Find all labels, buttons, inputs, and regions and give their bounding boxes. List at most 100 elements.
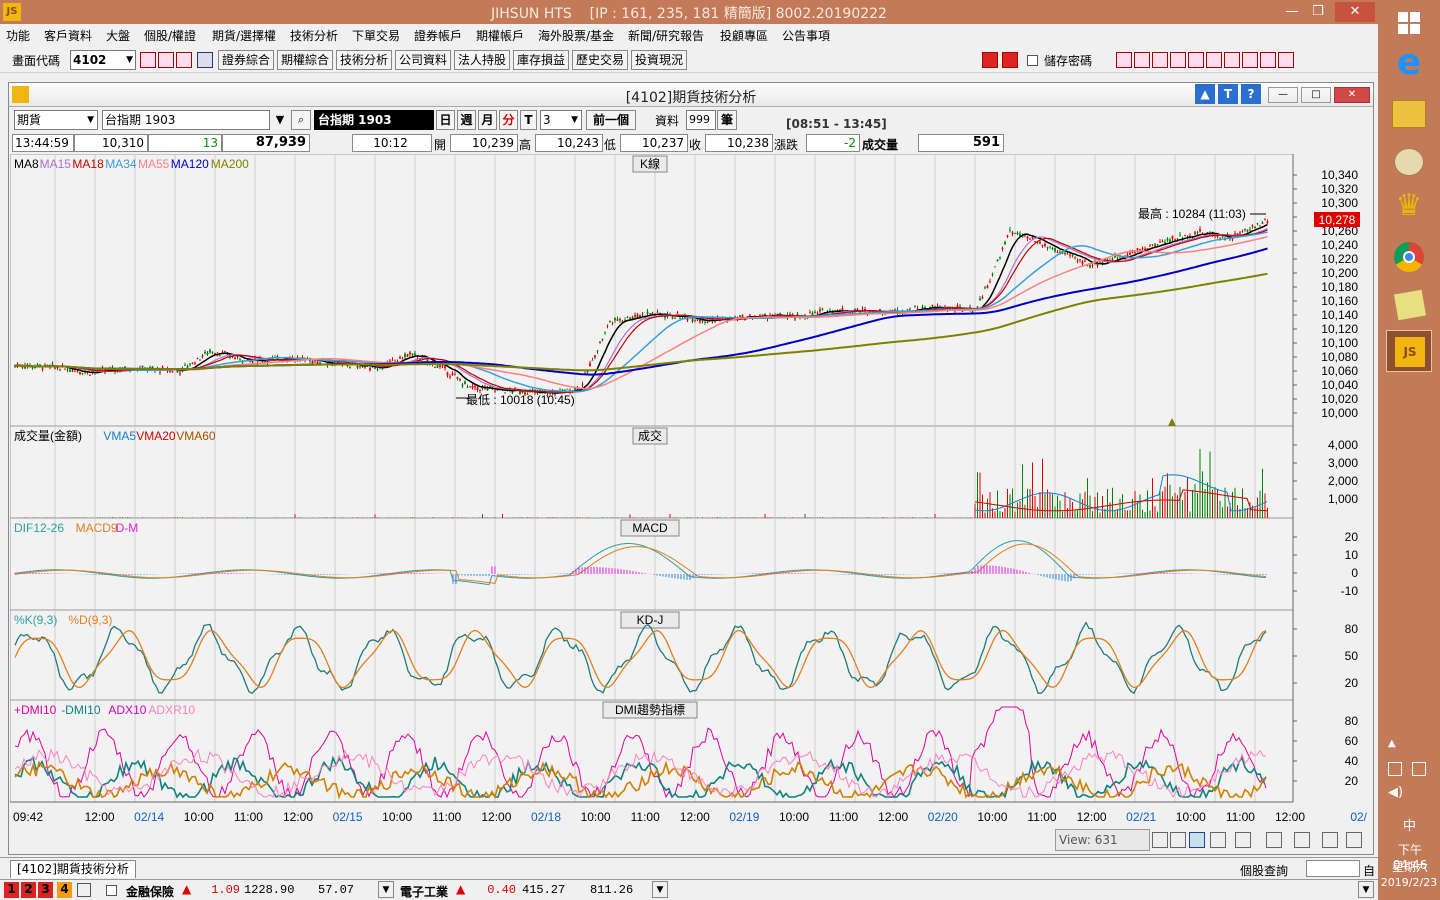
help-icon[interactable]: ? <box>1241 84 1261 104</box>
tray-up-icon[interactable]: ▲ <box>1388 738 1396 749</box>
chart-icon[interactable] <box>1210 832 1226 848</box>
jihsun-taskbar-icon[interactable]: JS <box>1386 330 1432 372</box>
tab-tech-analysis[interactable]: [4102]期貨技術分析 <box>10 860 136 878</box>
restore-icon[interactable]: ❐ <box>1305 2 1331 22</box>
ticker-checkbox[interactable] <box>106 885 117 896</box>
close-icon[interactable]: ✕ <box>1334 87 1370 103</box>
panel-title: KD-J <box>637 613 664 627</box>
menu-item[interactable]: 客戶資料 <box>44 27 92 44</box>
menu-item[interactable]: 下單交易 <box>352 27 400 44</box>
dropdown-icon[interactable] <box>197 52 213 68</box>
menu-item[interactable]: 個股/權證 <box>144 27 196 44</box>
menu-item[interactable]: 投顧專區 <box>720 27 768 44</box>
dropdown-icon[interactable]: ▼ <box>1358 881 1374 898</box>
up-icon[interactable]: ▲ <box>1195 84 1215 104</box>
symbol-dropdown-icon[interactable]: ▼ <box>271 110 289 130</box>
forward-icon[interactable] <box>1002 52 1018 68</box>
y-tick-label: 10,000 <box>1321 406 1358 420</box>
tool-icon[interactable] <box>1116 52 1132 68</box>
menu-item[interactable]: 證券帳戶 <box>414 27 462 44</box>
search-icon[interactable]: ⌕ <box>291 110 311 130</box>
restore-icon[interactable]: □ <box>1301 87 1331 103</box>
symbol-select[interactable]: 台指期 1903 <box>102 110 270 130</box>
table-icon[interactable] <box>1235 832 1251 848</box>
save-icon[interactable] <box>1266 832 1282 848</box>
period-week-button[interactable]: 週 <box>457 110 476 130</box>
workspace-4[interactable]: 4 <box>57 882 72 898</box>
data-count-input[interactable]: 999 <box>686 110 716 130</box>
tool-icon[interactable] <box>1206 52 1222 68</box>
prev-button[interactable]: 前一個 <box>586 110 636 130</box>
zoom-icon[interactable] <box>1189 832 1205 848</box>
tool-icon[interactable] <box>1152 52 1168 68</box>
toolbar-button[interactable]: 庫存損益 <box>513 50 569 70</box>
text-icon[interactable]: T <box>1218 84 1238 104</box>
candle-body <box>609 321 611 323</box>
back-icon[interactable] <box>982 52 998 68</box>
search-icon[interactable] <box>140 52 156 68</box>
toolbar-button[interactable]: 證券綜合 <box>218 50 274 70</box>
pen-icon[interactable] <box>1322 832 1338 848</box>
toolbar-button[interactable]: 技術分析 <box>336 50 392 70</box>
lock-icon[interactable] <box>77 883 91 897</box>
tool-icon[interactable] <box>1278 52 1294 68</box>
workspace-3[interactable]: 3 <box>38 882 53 898</box>
code-input[interactable]: 4102 ▼ <box>70 50 136 70</box>
menu-item[interactable]: 海外股票/基金 <box>538 27 614 44</box>
unit-button[interactable]: 筆 <box>717 110 737 130</box>
tool-icon[interactable] <box>1170 52 1186 68</box>
menu-item[interactable]: 期貨/選擇權 <box>212 27 276 44</box>
technical-chart[interactable]: K線MA8 MA15 MA18 MA34 MA55 MA120 MA20010,34010,… <box>10 154 1370 826</box>
save-password-checkbox[interactable] <box>1027 55 1038 66</box>
workspace-1[interactable]: 1 <box>4 882 19 898</box>
y-tick-label: 20 <box>1345 774 1359 788</box>
network-icon[interactable] <box>1412 762 1426 776</box>
tool-icon[interactable] <box>1134 52 1150 68</box>
tray-app-icon[interactable] <box>1388 762 1402 776</box>
menu-item[interactable]: 公告事項 <box>782 27 830 44</box>
sticky-notes-icon[interactable] <box>1386 284 1432 326</box>
windows-start-icon[interactable] <box>1386 2 1432 44</box>
settings-icon[interactable] <box>1346 832 1362 848</box>
period-day-button[interactable]: 日 <box>436 110 455 130</box>
dropdown-icon[interactable]: ▼ <box>652 881 668 898</box>
tool-icon[interactable] <box>1242 52 1258 68</box>
period-month-button[interactable]: 月 <box>478 110 497 130</box>
calendar-icon[interactable] <box>158 52 174 68</box>
tool-icon[interactable] <box>1224 52 1240 68</box>
print-icon[interactable] <box>1260 52 1276 68</box>
toolbar-button[interactable]: 公司資料 <box>395 50 451 70</box>
toolbar-button[interactable]: 期權綜合 <box>277 50 333 70</box>
window-icon[interactable] <box>1294 832 1310 848</box>
period-tick-button[interactable]: T <box>520 110 537 130</box>
period-minute-button[interactable]: 分 <box>499 110 518 130</box>
chrome-icon[interactable] <box>1386 236 1432 278</box>
tool-icon[interactable] <box>1188 52 1204 68</box>
type-select[interactable]: 期貨 ▼ <box>14 110 98 130</box>
file-explorer-icon[interactable] <box>1386 92 1432 134</box>
dropdown-icon[interactable]: ▼ <box>378 881 394 898</box>
close-icon[interactable]: ✕ <box>1335 2 1375 22</box>
paint-icon[interactable] <box>1386 140 1432 182</box>
tool-icon[interactable] <box>176 52 192 68</box>
menu-item[interactable]: 大盤 <box>106 27 130 44</box>
toolbar-button[interactable]: 歷史交易 <box>572 50 628 70</box>
toolbar-button[interactable]: 法人持股 <box>454 50 510 70</box>
volume-icon[interactable]: ◀) <box>1388 785 1403 800</box>
menu-item[interactable]: 期權帳戶 <box>476 27 524 44</box>
menu-item[interactable]: 功能 <box>6 27 30 44</box>
ie-icon[interactable]: e <box>1386 42 1432 84</box>
quote-query-input[interactable] <box>1306 860 1360 877</box>
menu-item[interactable]: 新聞/研究報告 <box>628 27 704 44</box>
code-label: 畫面代碼 <box>12 54 61 68</box>
crown-icon[interactable]: ♛ <box>1386 188 1432 230</box>
workspace-2[interactable]: 2 <box>21 882 36 898</box>
menu-item[interactable]: 技術分析 <box>290 27 338 44</box>
interval-select[interactable]: 3 ▼ <box>540 110 582 130</box>
ime-indicator[interactable]: 中 <box>1403 815 1416 834</box>
minimize-icon[interactable]: — <box>1268 87 1298 103</box>
zoom-in-icon[interactable] <box>1170 832 1186 848</box>
minimize-icon[interactable]: — <box>1279 2 1305 22</box>
toolbar-button[interactable]: 投資現況 <box>631 50 687 70</box>
zoom-out-icon[interactable] <box>1152 832 1168 848</box>
